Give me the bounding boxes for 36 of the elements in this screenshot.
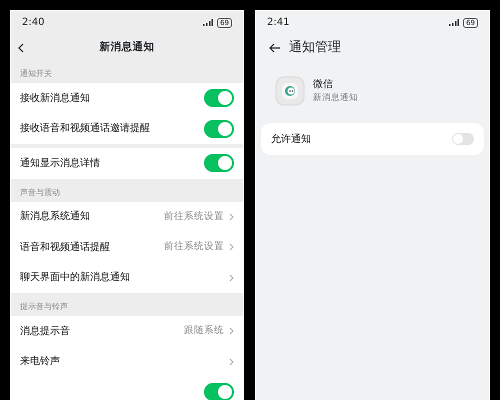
setting-value: 前往系统设置 bbox=[164, 240, 224, 254]
back-arrow-icon[interactable] bbox=[269, 42, 281, 52]
setting-label: 来电铃声 bbox=[20, 354, 60, 370]
status-time: 2:41 bbox=[267, 16, 290, 30]
chevron-icon bbox=[229, 274, 234, 282]
setting-label: 新消息系统通知 bbox=[20, 210, 90, 224]
setting-label: 接收新消息通知 bbox=[20, 92, 90, 106]
setting-label: 消息提示音 bbox=[20, 324, 70, 339]
screen-title: 新消息通知 bbox=[98, 40, 156, 55]
toggle-switch[interactable] bbox=[204, 383, 234, 400]
app-name: 微信 bbox=[313, 78, 334, 92]
section-label: 通知开关 bbox=[19, 68, 53, 80]
back-icon[interactable] bbox=[18, 42, 24, 52]
chevron-icon bbox=[229, 243, 234, 252]
setting-label: 语音和视频通话提醒 bbox=[20, 240, 110, 255]
toggle-switch[interactable] bbox=[452, 133, 474, 145]
screen-title: 通知管理 bbox=[289, 38, 341, 57]
chevron-icon bbox=[229, 358, 234, 366]
section-label: 声音与震动 bbox=[19, 186, 61, 198]
signal-icon bbox=[449, 19, 460, 26]
setting-label: 通知显示消息详情 bbox=[20, 156, 100, 171]
chevron-icon bbox=[229, 212, 234, 221]
setting-value: 前往系统设置 bbox=[164, 210, 224, 224]
app-subtitle: 新消息通知 bbox=[313, 92, 358, 105]
status-time: 2:40 bbox=[22, 16, 44, 30]
setting-value: 跟随系统 bbox=[184, 324, 224, 338]
setting-label: 聊天界面中的新消息通知 bbox=[20, 270, 130, 286]
section-label: 提示音与铃声 bbox=[19, 301, 69, 313]
toggle-switch[interactable] bbox=[204, 89, 234, 108]
toggle-switch[interactable] bbox=[204, 154, 234, 172]
toggle-switch[interactable] bbox=[204, 120, 234, 138]
setting-label: 接收语音和视频通话邀请提醒 bbox=[20, 122, 150, 136]
chevron-icon bbox=[229, 327, 234, 336]
setting-label: 允许通知 bbox=[271, 132, 311, 146]
app-icon bbox=[275, 76, 305, 106]
signal-icon bbox=[203, 19, 214, 26]
